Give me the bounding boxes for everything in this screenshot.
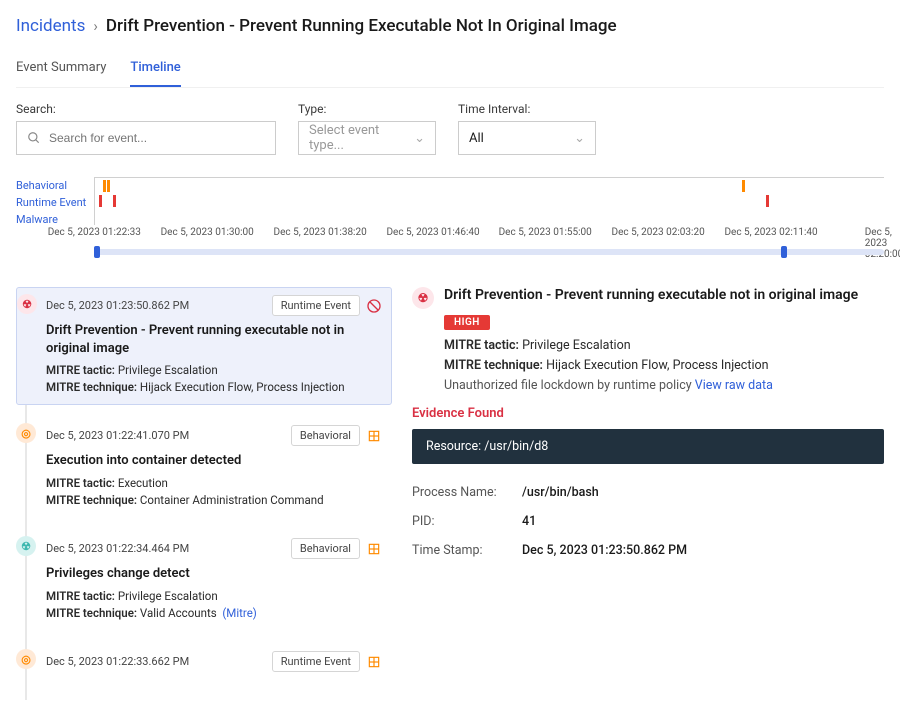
event-title: Privileges change detect xyxy=(46,565,382,583)
view-raw-data-link[interactable]: View raw data xyxy=(695,378,773,393)
tab-timeline[interactable]: Timeline xyxy=(130,54,180,87)
event-meta: MITRE tactic: Privilege Escalation MITRE… xyxy=(46,588,382,621)
event-meta: MITRE tactic: Privilege Escalation MITRE… xyxy=(46,362,382,395)
interval-select[interactable]: All ⌄ xyxy=(458,121,596,155)
range-track xyxy=(94,249,884,255)
evidence-table: Process Name: /usr/bin/bash PID: 41 Time… xyxy=(412,478,884,565)
timeline-chart: Behavioral Runtime Event Malware Dec 5, … xyxy=(16,177,884,259)
event-timestamp: Dec 5, 2023 01:22:41.070 PM xyxy=(46,429,189,442)
severity-badge: HIGH xyxy=(444,315,490,330)
kv-key: Time Stamp: xyxy=(412,543,522,558)
axis-tick: Dec 5, 2023 01:30:00 xyxy=(161,227,254,238)
event-title: Execution into container detected xyxy=(46,452,382,470)
timeline-row-runtime xyxy=(94,193,884,209)
event-card[interactable]: ☢ Dec 5, 2023 01:23:50.862 PM Runtime Ev… xyxy=(16,287,392,405)
timeline-plot[interactable]: Dec 5, 2023 01:22:33 Dec 5, 2023 01:30:0… xyxy=(94,177,884,259)
type-select[interactable]: Select event type... ⌄ xyxy=(298,121,436,155)
radiation-icon: ☢ xyxy=(412,287,434,309)
event-marker[interactable] xyxy=(103,180,106,192)
axis-tick: Dec 5, 2023 01:46:40 xyxy=(386,227,479,238)
target-icon: ◎ xyxy=(16,423,36,443)
chevron-down-icon: ⌄ xyxy=(574,131,585,146)
search-field[interactable] xyxy=(49,131,265,145)
axis-tick: Dec 5, 2023 01:55:00 xyxy=(499,227,592,238)
event-meta: MITRE tactic: Execution MITRE technique:… xyxy=(46,475,382,508)
interval-value: All xyxy=(469,131,484,146)
interval-label: Time Interval: xyxy=(458,102,596,116)
breadcrumb: Incidents › Drift Prevention - Prevent R… xyxy=(16,16,884,36)
range-handle-start[interactable] xyxy=(94,246,100,258)
event-marker[interactable] xyxy=(742,180,745,192)
filter-bar: Search: Type: Select event type... ⌄ Tim… xyxy=(16,102,884,155)
mitre-link[interactable]: (Mitre) xyxy=(222,606,256,620)
radiation-icon: ☢ xyxy=(16,536,36,556)
expand-icon[interactable] xyxy=(366,428,382,444)
timeline-row-label[interactable]: Malware xyxy=(16,211,86,227)
table-row: PID: 41 xyxy=(412,507,884,536)
event-timestamp: Dec 5, 2023 01:23:50.862 PM xyxy=(46,299,189,312)
timeline-row-label[interactable]: Behavioral xyxy=(16,177,86,193)
event-timestamp: Dec 5, 2023 01:22:34.464 PM xyxy=(46,542,189,555)
breadcrumb-root-link[interactable]: Incidents xyxy=(16,16,85,36)
search-input[interactable] xyxy=(16,121,276,155)
expand-icon[interactable] xyxy=(366,654,382,670)
kv-val: 41 xyxy=(522,514,536,529)
event-card[interactable]: ◎ Dec 5, 2023 01:22:33.662 PM Runtime Ev… xyxy=(16,643,392,688)
axis-tick: Dec 5, 2023 02:03:20 xyxy=(612,227,705,238)
time-range-selector[interactable] xyxy=(94,245,884,259)
chevron-right-icon: › xyxy=(93,17,98,35)
event-marker[interactable] xyxy=(107,180,110,192)
detail-title: Drift Prevention - Prevent running execu… xyxy=(444,287,858,303)
event-timestamp: Dec 5, 2023 01:22:33.662 PM xyxy=(46,655,189,668)
table-row: Time Stamp: Dec 5, 2023 01:23:50.862 PM xyxy=(412,536,884,565)
event-type-badge: Behavioral xyxy=(291,425,360,446)
target-icon: ◎ xyxy=(16,649,36,669)
event-type-badge: Behavioral xyxy=(291,538,360,559)
detail-meta: MITRE tactic: Privilege Escalation MITRE… xyxy=(444,336,884,396)
breadcrumb-current: Drift Prevention - Prevent Running Execu… xyxy=(106,16,617,36)
timeline-row-behavioral xyxy=(94,177,884,193)
event-marker[interactable] xyxy=(766,195,769,207)
kv-key: Process Name: xyxy=(412,485,522,500)
kv-key: PID: xyxy=(412,514,522,529)
timeline-category-labels: Behavioral Runtime Event Malware xyxy=(16,177,94,259)
type-label: Type: xyxy=(298,102,436,116)
event-type-badge: Runtime Event xyxy=(272,295,360,316)
event-card[interactable]: ◎ Dec 5, 2023 01:22:41.070 PM Behavioral… xyxy=(16,417,392,518)
timeline-row-label[interactable]: Runtime Event xyxy=(16,194,86,210)
timeline-axis: Dec 5, 2023 01:22:33 Dec 5, 2023 01:30:0… xyxy=(94,227,884,241)
event-marker[interactable] xyxy=(99,195,102,207)
tab-event-summary[interactable]: Event Summary xyxy=(16,54,106,87)
search-icon xyxy=(27,131,41,145)
timeline-row-malware xyxy=(94,209,884,225)
event-detail-panel: ☢ Drift Prevention - Prevent running exe… xyxy=(412,287,884,700)
evidence-heading: Evidence Found xyxy=(412,406,884,421)
prohibited-icon xyxy=(366,298,382,314)
kv-val: /usr/bin/bash xyxy=(522,485,599,500)
axis-tick: Dec 5, 2023 01:22:33 xyxy=(48,227,141,238)
event-list: ☢ Dec 5, 2023 01:23:50.862 PM Runtime Ev… xyxy=(16,287,392,700)
radiation-icon: ☢ xyxy=(17,294,37,314)
kv-val: Dec 5, 2023 01:23:50.862 PM xyxy=(522,543,687,558)
event-marker[interactable] xyxy=(113,195,116,207)
resource-bar: Resource: /usr/bin/d8 xyxy=(412,429,884,464)
tabs: Event Summary Timeline xyxy=(16,54,884,88)
type-placeholder: Select event type... xyxy=(309,123,414,153)
range-handle-end[interactable] xyxy=(781,246,787,258)
event-title: Drift Prevention - Prevent running execu… xyxy=(46,322,382,357)
search-label: Search: xyxy=(16,102,276,116)
event-card[interactable]: ☢ Dec 5, 2023 01:22:34.464 PM Behavioral… xyxy=(16,530,392,631)
axis-tick: Dec 5, 2023 01:38:20 xyxy=(274,227,367,238)
table-row: Process Name: /usr/bin/bash xyxy=(412,478,884,507)
axis-tick: Dec 5, 2023 02:11:40 xyxy=(724,227,817,238)
event-type-badge: Runtime Event xyxy=(272,651,360,672)
expand-icon[interactable] xyxy=(366,541,382,557)
chevron-down-icon: ⌄ xyxy=(414,131,425,146)
